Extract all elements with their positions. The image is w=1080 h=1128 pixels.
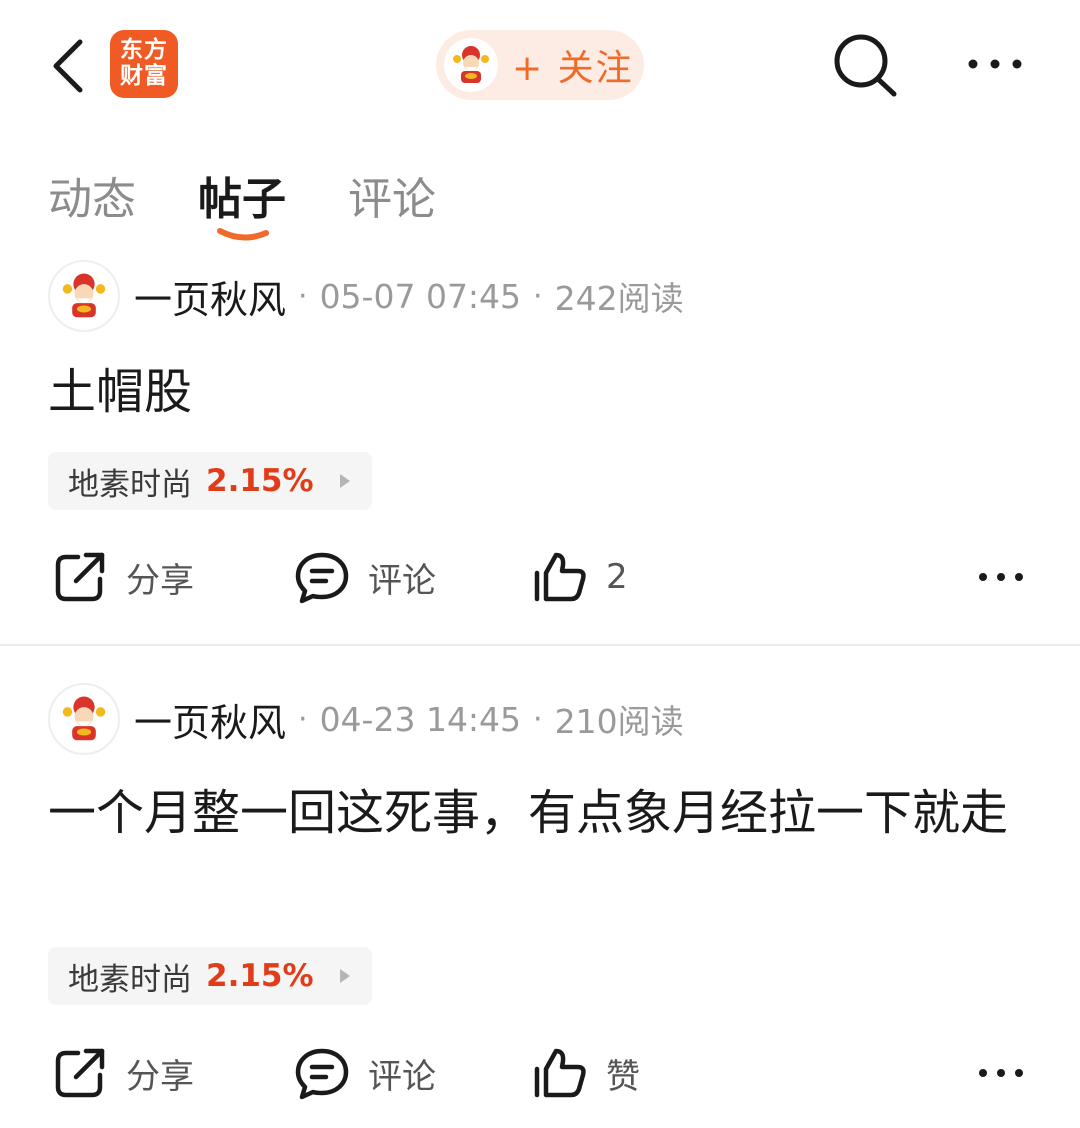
share-button[interactable]: 分享 <box>52 1038 194 1108</box>
post-time: 05-07 07:45 <box>319 276 522 316</box>
post-more-button[interactable] <box>970 1053 1032 1093</box>
comment-button[interactable]: 评论 <box>294 542 436 612</box>
post-content[interactable]: 一个月整一回这死事，有点象月经拉一下就走 <box>48 777 1038 849</box>
comment-button[interactable]: 评论 <box>294 1038 436 1108</box>
separator: · <box>533 278 543 314</box>
tab-posts[interactable]: 帖子 <box>198 163 286 227</box>
share-label: 分享 <box>126 560 194 601</box>
more-options-button[interactable] <box>960 44 1030 84</box>
like-count: 2 <box>606 557 628 597</box>
fortune-god-avatar-icon <box>453 46 489 83</box>
stock-change: 2.15% <box>206 958 314 994</box>
separator: · <box>298 701 308 737</box>
tab-comments[interactable]: 评论 <box>348 163 436 227</box>
thumbs-up-icon <box>534 552 586 602</box>
fortune-god-avatar-icon <box>62 696 106 741</box>
follow-label: + 关注 <box>512 48 634 89</box>
tab-bar: 动态 帖子 评论 <box>0 155 1080 245</box>
like-button[interactable]: 赞 <box>532 1038 640 1108</box>
comment-icon <box>295 1048 349 1100</box>
share-button[interactable]: 分享 <box>52 542 194 612</box>
like-label: 赞 <box>606 1056 640 1097</box>
tab-dynamic[interactable]: 动态 <box>48 163 136 227</box>
post-header: 一页秋风 · 05-07 07:45 · 242阅读 <box>48 260 684 332</box>
search-icon <box>834 34 897 97</box>
post-time: 04-23 14:45 <box>319 699 522 739</box>
avatar <box>444 38 498 92</box>
stock-name: 地素时尚 <box>68 466 192 503</box>
more-horizontal-icon <box>979 1069 1023 1077</box>
post-more-button[interactable] <box>970 557 1032 597</box>
author-name[interactable]: 一页秋风 <box>134 692 286 747</box>
separator: · <box>298 278 308 314</box>
share-icon <box>55 1048 105 1098</box>
comment-icon <box>295 552 349 604</box>
like-button[interactable]: 2 <box>532 542 628 612</box>
author-avatar[interactable] <box>48 683 120 755</box>
stock-tag[interactable]: 地素时尚 2.15% <box>48 947 372 1005</box>
read-count: 210阅读 <box>554 702 684 741</box>
separator: · <box>533 701 543 737</box>
thumbs-up-icon <box>534 1048 586 1098</box>
stock-name: 地素时尚 <box>68 961 192 998</box>
author-avatar[interactable] <box>48 260 120 332</box>
back-button[interactable] <box>40 36 96 96</box>
fortune-god-avatar-icon <box>62 273 106 318</box>
stock-tag[interactable]: 地素时尚 2.15% <box>48 452 372 510</box>
comment-label: 评论 <box>368 560 436 601</box>
post-actions: 分享 评论 2 <box>0 542 1080 612</box>
more-horizontal-icon <box>968 59 1022 69</box>
active-tab-indicator <box>217 228 269 241</box>
logo-line2: 财富 <box>120 63 168 89</box>
divider <box>0 644 1080 646</box>
chevron-left-icon <box>53 39 83 93</box>
author-name[interactable]: 一页秋风 <box>134 269 286 324</box>
post-header: 一页秋风 · 04-23 14:45 · 210阅读 <box>48 683 684 755</box>
logo-line1: 东方 <box>120 37 168 63</box>
post-actions: 分享 评论 赞 <box>0 1038 1080 1108</box>
follow-button[interactable]: + 关注 <box>436 30 644 100</box>
more-horizontal-icon <box>979 573 1023 581</box>
share-icon <box>55 552 105 602</box>
app-logo[interactable]: 东方 财富 <box>110 30 178 98</box>
read-count: 242阅读 <box>554 279 684 318</box>
caret-right-icon <box>339 474 350 488</box>
search-button[interactable] <box>830 30 900 100</box>
stock-change: 2.15% <box>206 463 314 499</box>
comment-label: 评论 <box>368 1056 436 1097</box>
caret-right-icon <box>339 969 350 983</box>
share-label: 分享 <box>126 1056 194 1097</box>
post-content[interactable]: 土帽股 <box>48 356 1038 428</box>
top-bar: 东方 财富 + 关注 <box>0 0 1080 130</box>
